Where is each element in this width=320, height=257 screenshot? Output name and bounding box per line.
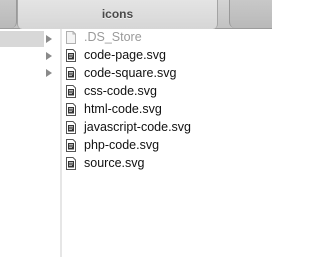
parent-column [0, 29, 62, 257]
tab-icons[interactable]: icons [17, 0, 218, 29]
svg-document-icon [66, 121, 76, 134]
svg-document-icon [66, 157, 76, 170]
svg-document-icon [66, 85, 76, 98]
tab-bar: icons [0, 0, 272, 29]
file-item[interactable]: code-square.svg [64, 65, 272, 83]
tab-title: icons [101, 7, 134, 21]
file-name: code-page.svg [84, 48, 167, 62]
disclosure-arrow-icon[interactable] [46, 35, 52, 43]
file-name: .DS_Store [84, 30, 142, 44]
file-name: php-code.svg [84, 138, 160, 152]
file-name: html-code.svg [84, 102, 162, 116]
file-item[interactable]: source.svg [64, 155, 272, 173]
file-item[interactable]: code-page.svg [64, 47, 272, 65]
svg-document-icon [66, 67, 76, 80]
svg-document-icon [66, 139, 76, 152]
finder-window: icons .DS_Store code-page.svg code-squar… [0, 0, 272, 257]
file-name: source.svg [84, 156, 145, 170]
column-resize-handle[interactable] [60, 29, 62, 257]
file-item[interactable]: css-code.svg [64, 83, 272, 101]
file-item[interactable]: javascript-code.svg [64, 119, 272, 137]
file-item[interactable]: .DS_Store [64, 29, 272, 47]
disclosure-arrow-icon[interactable] [46, 52, 52, 60]
svg-document-icon [66, 49, 76, 62]
file-name: code-square.svg [84, 66, 177, 80]
file-item[interactable]: php-code.svg [64, 137, 272, 155]
blank-document-icon [66, 31, 76, 44]
file-item[interactable]: html-code.svg [64, 101, 272, 119]
tab-next[interactable] [229, 0, 272, 28]
tab-previous[interactable] [0, 0, 17, 28]
file-name: javascript-code.svg [84, 120, 191, 134]
disclosure-arrow-icon[interactable] [46, 69, 52, 77]
file-name: css-code.svg [84, 84, 157, 98]
svg-document-icon [66, 103, 76, 116]
file-list: .DS_Store code-page.svg code-square.svg [64, 29, 272, 173]
selected-folder-row[interactable] [0, 31, 44, 47]
